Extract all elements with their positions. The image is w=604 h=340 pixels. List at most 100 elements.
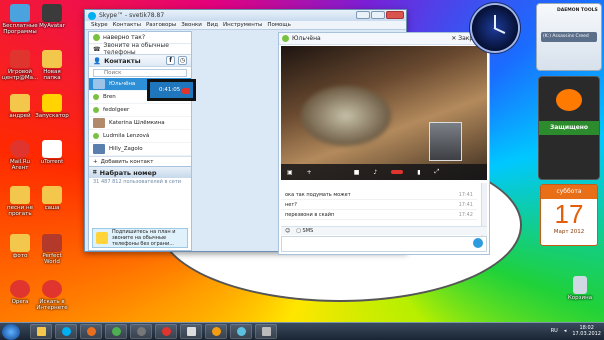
taskbar-mail-agent[interactable] (205, 324, 227, 339)
taskbar-app[interactable] (180, 324, 202, 339)
menu-contacts[interactable]: Контакты (113, 22, 141, 28)
avatar (93, 79, 105, 89)
fullscreen-icon[interactable]: ⤢ (435, 168, 440, 176)
menu-calls[interactable]: Звонки (181, 22, 202, 28)
facebook-icon[interactable]: f (166, 56, 175, 65)
desktop-icon[interactable]: Perfect World (34, 234, 70, 265)
desktop-icon[interactable]: фото (2, 234, 38, 259)
message-input[interactable] (281, 236, 487, 252)
smiley-icon[interactable]: ☺ (285, 228, 290, 234)
list-item[interactable]: Hilly_Zagolo (89, 143, 191, 156)
menu-help[interactable]: Помощь (267, 22, 290, 28)
conversation-contact-name: Юльчёна (292, 35, 321, 42)
daemon-tools-gadget: DAEMON TOOLS (K:) Assassins Creed (536, 3, 602, 71)
desktop-icon[interactable]: uTorrent (34, 140, 70, 165)
conversation-panel: Юльчёна ✕ Закрыть ▣ + ■ ♪ ▮ ⤢ ока так по… (278, 32, 490, 255)
launcher-icon (42, 94, 62, 112)
skype-logo-icon (88, 12, 96, 20)
desktop-icon[interactable]: андрей (2, 94, 38, 119)
volume-icon[interactable]: ◂ (564, 328, 567, 334)
skype-window: Skype™ - svetik78.87 Skype Контакты Разг… (84, 9, 490, 255)
tray-clock[interactable]: 18:02 17.03.2012 (572, 325, 601, 337)
video-feed: ▣ + ■ ♪ ▮ ⤢ (281, 46, 487, 180)
add-contact-button[interactable]: + Добавить контакт (89, 156, 191, 166)
taskbar-game[interactable] (130, 324, 152, 339)
dial-number-button[interactable]: ⌗ Набрать номер (89, 166, 191, 178)
desktop-icon[interactable]: Mail.Ru Агент (2, 140, 38, 171)
start-button[interactable] (2, 323, 20, 340)
phone-icon: ☎ (93, 45, 101, 53)
taskbar-opera[interactable] (155, 324, 177, 339)
hang-up-button[interactable] (391, 170, 404, 174)
taskbar-app[interactable] (230, 324, 252, 339)
game-icon (42, 234, 62, 252)
sms-toggle[interactable]: ▢ SMS (296, 228, 313, 234)
window-icon (261, 327, 271, 336)
promo-banner[interactable]: Подпишитесь на план и звоните на обычные… (92, 228, 188, 248)
list-item[interactable]: Katerina Шлёмкина (89, 117, 191, 130)
maximize-button[interactable] (371, 11, 385, 19)
online-status-icon (93, 107, 99, 113)
close-window-button[interactable] (386, 11, 404, 19)
call-duration: 0:41:05 (159, 87, 181, 93)
app-icon (236, 327, 246, 336)
call-phones-link[interactable]: ☎ Звоните на обычные телефоны (89, 42, 191, 56)
title-bar[interactable]: Skype™ - svetik78.87 (85, 10, 406, 21)
game-center-icon (10, 50, 30, 68)
send-button[interactable] (473, 238, 483, 248)
video-camera-icon[interactable]: ■ (354, 169, 360, 176)
active-call-indicator[interactable]: 0:41:05 (147, 79, 196, 101)
window-title: Skype™ - svetik78.87 (99, 12, 165, 19)
language-indicator[interactable]: RU (551, 328, 558, 334)
add-user-icon: + (93, 158, 98, 165)
desktop-icon[interactable]: Новая папка (34, 50, 70, 81)
search-input[interactable] (93, 68, 187, 77)
search-row (89, 67, 191, 78)
folder-icon (10, 186, 30, 204)
online-status-icon (282, 35, 289, 42)
menu-skype[interactable]: Skype (91, 22, 108, 28)
taskbar-skype[interactable] (55, 324, 77, 339)
chat-toggle-icon[interactable]: ▣ (287, 169, 293, 176)
avatar-app-icon (42, 4, 62, 22)
desktop-icon[interactable]: Игровой центр@Ma... (2, 50, 38, 81)
desktop-icon[interactable]: Запускатор (34, 94, 70, 119)
calendar-month: Март 2012 (553, 229, 585, 235)
taskbar-app[interactable] (255, 324, 277, 339)
recycle-bin-icon[interactable]: Корзина (562, 276, 598, 301)
document-icon (186, 327, 196, 336)
online-count: 31 487 812 пользователей в сети (93, 179, 182, 185)
microphone-icon[interactable]: ♪ (373, 169, 377, 176)
dialpad-icon: ⌗ (93, 168, 97, 176)
signal-icon: ▮ (417, 168, 421, 176)
list-item[interactable]: Ludmila Lenzová (89, 130, 191, 143)
avatar (93, 144, 105, 154)
menu-bar: Skype Контакты Разговоры Звонки Вид Инст… (85, 21, 406, 30)
calendar-day: 17 (554, 199, 584, 229)
desktop-icon[interactable]: Искать в Интернете (34, 280, 70, 311)
opera-icon (161, 327, 171, 336)
taskbar: RU ◂ 18:02 17.03.2012 (0, 322, 604, 340)
taskbar-firefox[interactable] (80, 324, 102, 339)
desktop-icon[interactable]: саша (34, 186, 70, 211)
virtual-drive[interactable]: (K:) Assassins Creed (541, 32, 597, 42)
desktop-icon[interactable]: Opera (2, 280, 38, 305)
folder-icon (10, 94, 30, 112)
list-item[interactable]: fedolgeer (89, 104, 191, 117)
taskbar-chrome[interactable] (105, 324, 127, 339)
folder-icon (42, 50, 62, 68)
menu-tools[interactable]: Инструменты (223, 22, 262, 28)
add-participant-icon[interactable]: + (307, 169, 312, 176)
end-call-button[interactable] (182, 88, 190, 94)
opera-icon (10, 280, 30, 298)
taskbar-explorer[interactable] (30, 324, 52, 339)
menu-view[interactable]: Вид (207, 22, 218, 28)
minimize-button[interactable] (356, 11, 370, 19)
desktop-icon[interactable]: MyAvatar (34, 4, 70, 29)
desktop-icon[interactable]: Бесплатные Программы (2, 4, 38, 35)
recent-icon[interactable]: ◷ (178, 56, 187, 65)
mood-message[interactable]: наверно так? (103, 34, 145, 41)
menu-conversations[interactable]: Разговоры (146, 22, 176, 28)
desktop-icon[interactable]: песни не прогать (2, 186, 38, 217)
calendar-gadget: суббота 17 Март 2012 (540, 184, 598, 246)
